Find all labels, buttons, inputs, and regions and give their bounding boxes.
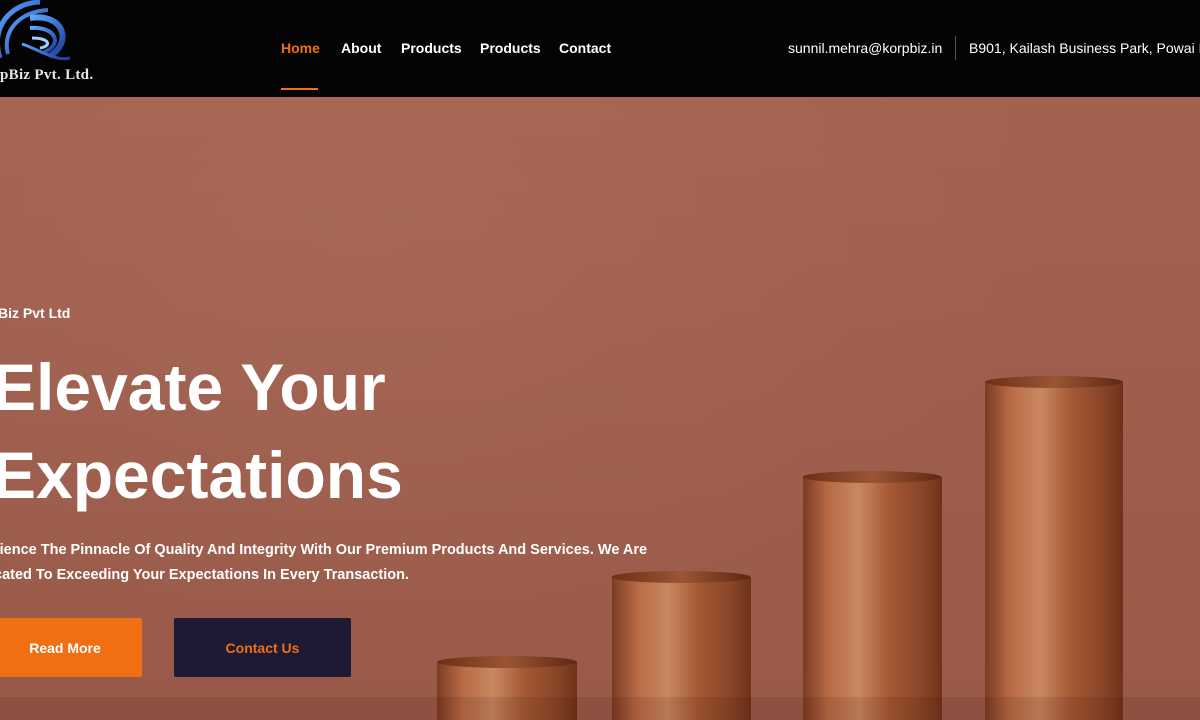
hero-title: Elevate Your Expectations	[0, 343, 403, 519]
hero-title-line-2: Expectations	[0, 438, 403, 512]
nav-products[interactable]: Products	[401, 40, 462, 56]
hero-eyebrow: Biz Pvt Ltd	[0, 305, 71, 321]
logo-text: pBiz Pvt. Ltd.	[0, 67, 94, 83]
nav-contact[interactable]: Contact	[559, 40, 611, 56]
hero-description: rience The Pinnacle Of Quality And Integ…	[0, 538, 694, 588]
nav-products-2[interactable]: Products	[480, 40, 541, 56]
header-address: B901, Kailash Business Park, Powai M	[969, 40, 1200, 56]
header-divider	[955, 36, 956, 60]
nav-about[interactable]: About	[341, 40, 381, 56]
header-email-link[interactable]: sunnil.mehra@korpbiz.in	[788, 40, 942, 56]
nav-active-underline	[281, 88, 318, 90]
hero-title-line-1: Elevate Your	[0, 350, 386, 424]
site-header: pBiz Pvt. Ltd. Home About Products Produ…	[0, 0, 1200, 97]
hero-description-line-2: cated To Exceeding Your Expectations In …	[0, 567, 409, 583]
hero-section: Biz Pvt Ltd Elevate Your Expectations ri…	[0, 97, 1200, 720]
contact-us-button[interactable]: Contact Us	[174, 618, 351, 677]
nav-home[interactable]: Home	[281, 40, 320, 56]
hero-description-line-1: rience The Pinnacle Of Quality And Integ…	[0, 542, 648, 558]
site-logo[interactable]: pBiz Pvt. Ltd.	[0, 0, 130, 97]
read-more-button[interactable]: Read More	[0, 618, 142, 677]
